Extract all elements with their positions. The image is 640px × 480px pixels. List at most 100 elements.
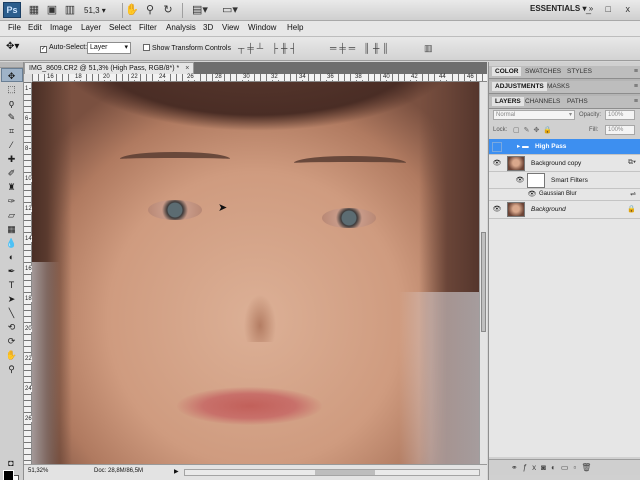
tab-color[interactable]: COLOR bbox=[492, 67, 522, 76]
marquee-tool-icon[interactable]: ⬚ bbox=[1, 82, 23, 96]
blend-mode-dropdown[interactable]: Normal ▾ bbox=[493, 110, 575, 120]
filter-options-icon[interactable]: ⇌ bbox=[630, 190, 636, 198]
quick-select-tool-icon[interactable]: ✎ bbox=[1, 110, 23, 124]
tab-adjustments[interactable]: ADJUSTMENTS bbox=[492, 82, 547, 91]
path-select-tool-icon[interactable]: ➤ bbox=[1, 292, 23, 306]
mini-bridge-icon[interactable]: ▣ bbox=[44, 3, 60, 18]
layer-visibility-toggle[interactable] bbox=[492, 142, 502, 152]
arrange-documents-icon[interactable]: ▤▾ bbox=[188, 3, 212, 18]
auto-select-dropdown[interactable]: Layer ▾ bbox=[87, 42, 131, 54]
eye-icon[interactable]: 👁 bbox=[527, 190, 537, 200]
vertical-ruler[interactable]: 1 6 8 10 12 14 16 18 20 22 24 26 bbox=[24, 82, 33, 464]
spot-heal-tool-icon[interactable]: ✚ bbox=[1, 152, 23, 166]
ruler-origin[interactable] bbox=[24, 74, 32, 82]
opacity-field[interactable]: 100% bbox=[605, 110, 635, 120]
layer-row-smart-filters[interactable]: 👁 Smart Filters bbox=[489, 172, 640, 189]
new-adjustment-layer-icon[interactable]: ◐ bbox=[551, 463, 561, 472]
quick-mask-icon[interactable]: ◘ bbox=[1, 456, 21, 470]
clone-stamp-tool-icon[interactable]: ♜ bbox=[1, 180, 23, 194]
bridge-icon[interactable]: ▦ bbox=[26, 3, 42, 18]
eye-icon[interactable]: 👁 bbox=[492, 205, 502, 215]
add-mask-icon[interactable]: ◙ bbox=[541, 463, 551, 472]
close-icon[interactable]: × bbox=[185, 65, 189, 72]
window-controls[interactable]: _ □ x bbox=[586, 4, 636, 14]
show-transform-check-icon bbox=[143, 44, 150, 51]
status-menu-arrow-icon[interactable]: ▶ bbox=[174, 468, 179, 475]
filter-mask-thumbnail bbox=[527, 173, 545, 188]
shape-tool-icon[interactable]: ╲ bbox=[1, 306, 23, 320]
tab-channels[interactable]: CHANNELS bbox=[523, 98, 562, 105]
menu-analysis[interactable]: Analysis bbox=[166, 23, 196, 32]
tab-swatches[interactable]: SWATCHES bbox=[523, 68, 563, 75]
menu-3d[interactable]: 3D bbox=[203, 23, 213, 32]
layer-row-background[interactable]: 👁 Background 🔒 bbox=[489, 201, 640, 219]
history-brush-tool-icon[interactable]: ✑ bbox=[1, 194, 23, 208]
zoom-level-dropdown[interactable]: 51,3 ▾ bbox=[84, 3, 120, 18]
blur-tool-icon[interactable]: 💧 bbox=[1, 236, 23, 250]
menu-edit[interactable]: Edit bbox=[28, 23, 42, 32]
rotate-view-icon[interactable]: ↻ bbox=[160, 3, 176, 18]
view-extras-icon[interactable]: ▥ bbox=[62, 3, 78, 18]
link-layers-icon[interactable]: ⚭ bbox=[511, 463, 523, 472]
tab-layers[interactable]: LAYERS bbox=[492, 97, 524, 106]
layer-row-background-copy[interactable]: 👁 Background copy ⧉▾ bbox=[489, 155, 640, 172]
delete-layer-icon[interactable]: 🗑 bbox=[581, 463, 596, 472]
menu-help[interactable]: Help bbox=[287, 23, 303, 32]
3d-rotate-tool-icon[interactable]: ⟲ bbox=[1, 320, 23, 334]
add-layer-style-icon[interactable]: ƒx bbox=[523, 463, 541, 472]
horizontal-scrollbar-thumb[interactable] bbox=[315, 470, 375, 475]
workspace-switcher[interactable]: ESSENTIALS ▾ » bbox=[530, 4, 593, 13]
crop-tool-icon[interactable]: ⌗ bbox=[1, 124, 23, 138]
layer-row-high-pass[interactable]: ▸ ▬ High Pass bbox=[489, 139, 640, 155]
horizontal-ruler[interactable]: 16 18 20 22 24 26 28 30 32 34 36 38 40 4… bbox=[32, 74, 487, 82]
foreground-color-swatch[interactable] bbox=[3, 470, 14, 480]
menu-image[interactable]: Image bbox=[50, 23, 72, 32]
layer-row-gaussian-blur[interactable]: 👁 Gaussian Blur ⇌ bbox=[489, 189, 640, 201]
panel-menu-icon[interactable]: ≡ bbox=[634, 83, 638, 90]
type-tool-icon[interactable]: T bbox=[1, 278, 23, 292]
tab-paths[interactable]: PATHS bbox=[565, 98, 590, 105]
zoom-tool-icon[interactable]: ⚲ bbox=[1, 362, 23, 376]
menu-view[interactable]: View bbox=[222, 23, 239, 32]
screen-mode-icon[interactable]: ▭▾ bbox=[218, 3, 242, 18]
auto-align-layers-icon[interactable]: ▥ bbox=[424, 43, 436, 54]
zoom-tool-icon[interactable]: ⚲ bbox=[142, 3, 158, 18]
eye-icon[interactable]: 👁 bbox=[492, 159, 502, 169]
show-transform-controls-checkbox[interactable]: Show Transform Controls bbox=[143, 44, 231, 52]
menu-filter[interactable]: Filter bbox=[139, 23, 157, 32]
eraser-tool-icon[interactable]: ▱ bbox=[1, 208, 23, 222]
panel-menu-icon[interactable]: ≡ bbox=[634, 98, 638, 105]
dodge-tool-icon[interactable]: ◐ bbox=[1, 250, 23, 264]
new-group-icon[interactable]: ▭ bbox=[561, 463, 574, 472]
tab-styles[interactable]: STYLES bbox=[565, 68, 594, 75]
lock-icons[interactable]: ▢✎✥🔒 bbox=[513, 126, 556, 137]
menu-select[interactable]: Select bbox=[109, 23, 131, 32]
tab-masks[interactable]: MASKS bbox=[545, 83, 572, 90]
fill-field[interactable]: 100% bbox=[605, 125, 635, 135]
image-canvas[interactable]: ➤ bbox=[32, 82, 479, 464]
document-tab-title: IMG_8609.CR2 @ 51,3% (High Pass, RGB/8*)… bbox=[29, 65, 180, 72]
vertical-scrollbar[interactable] bbox=[479, 82, 487, 464]
gradient-tool-icon[interactable]: ▦ bbox=[1, 222, 23, 236]
horizontal-scrollbar[interactable] bbox=[184, 469, 480, 476]
status-zoom[interactable]: 51,32% bbox=[28, 468, 48, 474]
align-icons[interactable]: ┬╪┴ ├╫┤ bbox=[238, 43, 300, 53]
3d-orbit-tool-icon[interactable]: ⟳ bbox=[1, 334, 23, 348]
auto-select-checkbox[interactable]: ✓ Auto-Select: bbox=[40, 44, 87, 53]
distribute-icons[interactable]: ═╪═ ║╫║ bbox=[330, 43, 392, 53]
brush-tool-icon[interactable]: ✐ bbox=[1, 166, 23, 180]
menu-layer[interactable]: Layer bbox=[81, 23, 101, 32]
eyedropper-tool-icon[interactable]: ⁄ bbox=[1, 138, 23, 152]
move-tool-icon[interactable]: ✥ bbox=[0, 68, 23, 82]
hand-tool-icon[interactable]: ✋ bbox=[1, 348, 23, 362]
vertical-scrollbar-thumb[interactable] bbox=[481, 232, 486, 332]
pen-tool-icon[interactable]: ✒ bbox=[1, 264, 23, 278]
eye-icon[interactable]: 👁 bbox=[515, 176, 525, 186]
document-tab[interactable]: IMG_8609.CR2 @ 51,3% (High Pass, RGB/8*)… bbox=[24, 62, 195, 74]
hand-tool-icon[interactable]: ✋ bbox=[124, 3, 140, 18]
panel-menu-icon[interactable]: ≡ bbox=[634, 68, 638, 75]
menu-window[interactable]: Window bbox=[248, 23, 276, 32]
move-tool-preset-icon[interactable]: ✥▾ bbox=[6, 41, 19, 52]
lasso-tool-icon[interactable]: ϙ bbox=[1, 96, 23, 110]
menu-file[interactable]: File bbox=[8, 23, 21, 32]
